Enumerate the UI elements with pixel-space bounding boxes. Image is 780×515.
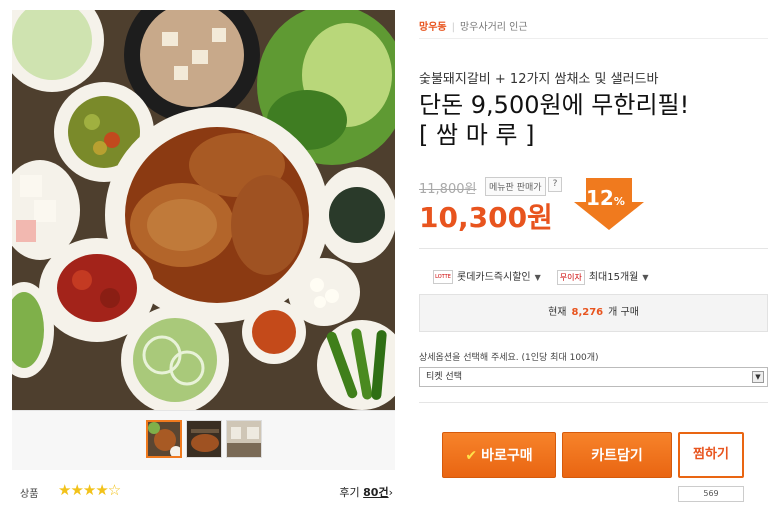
add-to-cart-button[interactable]: 카트담기 <box>562 432 672 478</box>
review-prefix: 후기 <box>339 486 360 499</box>
sale-price: 10,300원 <box>419 201 553 234</box>
menu-price-badge: 메뉴판 판매가 <box>485 177 546 196</box>
buy-now-button[interactable]: ✔ 바로구매 <box>442 432 556 478</box>
rating-label: 상품 <box>20 489 39 500</box>
wishlist-button[interactable]: 찜하기 <box>678 432 744 478</box>
product-title: 단돈 9,500원에 무한리필! [ 쌈 마 루 ] <box>419 90 768 150</box>
discount-value: 12 <box>586 186 614 210</box>
check-icon: ✔ <box>465 448 478 464</box>
caret-down-icon: ▼ <box>642 273 649 282</box>
food-table-illustration <box>12 10 395 410</box>
help-icon[interactable]: ? <box>548 177 562 192</box>
nointerest-badge: 무이자 <box>556 269 585 285</box>
thumbnail-strip <box>12 410 395 470</box>
discount-unit: % <box>613 195 625 208</box>
installment-label: 최대15개월 <box>588 272 639 283</box>
card-discount-dropdown[interactable]: 롯데카드즉시할인 ▼ <box>457 272 541 283</box>
caret-down-icon: ▼ <box>534 273 541 282</box>
buyer-count-box: 현재 8,276 개 구매 <box>419 294 768 332</box>
rating-row: 상품 ★★★★☆ 후기 80건› <box>12 480 395 504</box>
buyers-prefix: 현재 <box>548 307 567 318</box>
thumbnail-2[interactable] <box>186 420 222 458</box>
location-near: 망우사거리 인근 <box>459 22 528 33</box>
ticket-select[interactable]: 티켓 선택 ▼ <box>419 367 768 387</box>
buy-now-label: 바로구매 <box>481 448 533 464</box>
thumbnail-1[interactable] <box>146 420 182 458</box>
divider <box>419 38 768 39</box>
product-subtitle: 숯불돼지갈비 + 12가지 쌈채소 및 샐러드바 <box>419 72 659 87</box>
divider <box>419 402 768 403</box>
discount-rate: 12% <box>586 186 625 210</box>
card-discount-label: 롯데카드즉시할인 <box>457 272 531 283</box>
buyers-suffix: 개 구매 <box>608 307 639 318</box>
ticket-select-value: 티켓 선택 <box>426 372 462 382</box>
divider <box>419 248 768 249</box>
wishlist-count: 569 <box>678 486 744 502</box>
lotte-card-logo: LOTTE <box>433 270 453 284</box>
product-image[interactable] <box>12 10 395 410</box>
installment-dropdown[interactable]: 최대15개월 ▼ <box>589 272 649 283</box>
location-breadcrumb: 망우동 | 망우사거리 인근 <box>419 18 528 33</box>
review-count: 80건 <box>363 486 389 499</box>
original-price: 11,800원 <box>419 182 477 197</box>
dropdown-arrow-icon[interactable]: ▼ <box>752 371 764 383</box>
location-area[interactable]: 망우동 <box>419 22 447 33</box>
chevron-right-icon: › <box>388 486 393 499</box>
thumbnail-3[interactable] <box>226 420 262 458</box>
option-label: 상세옵션을 선택해 주세요. (1인당 최대 100개) <box>419 353 599 363</box>
stars-empty: ☆ <box>107 481 121 499</box>
divider-bar: | <box>451 22 455 33</box>
product-title-line1: 단돈 9,500원에 무한리필! <box>419 91 690 119</box>
card-benefit-row: LOTTE 롯데카드즉시할인 ▼ 무이자 최대15개월 ▼ <box>433 268 649 285</box>
star-rating-icon: ★★★★☆ <box>58 481 121 499</box>
review-link[interactable]: 후기 80건› <box>339 484 393 500</box>
product-title-line2: [ 쌈 마 루 ] <box>419 121 535 149</box>
buyers-count: 8,276 <box>571 307 604 318</box>
stars-filled: ★★★★ <box>58 481 109 499</box>
